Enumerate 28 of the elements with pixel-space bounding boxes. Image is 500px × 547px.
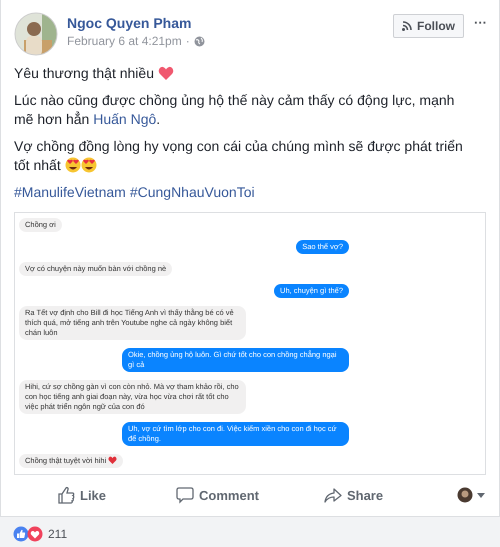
hashtag-link[interactable]: #ManulifeVietnam bbox=[14, 183, 126, 202]
avatar bbox=[14, 12, 58, 56]
heart-eyes-emoji-icon bbox=[64, 157, 81, 173]
like-icon bbox=[57, 486, 75, 504]
comment-button[interactable]: Comment bbox=[176, 482, 259, 508]
follow-button[interactable]: Follow bbox=[393, 14, 464, 38]
like-reaction-icon bbox=[13, 526, 29, 542]
rss-icon bbox=[402, 21, 412, 31]
post-text: Lúc nào cũng được chồng ủng hộ thế này cảm thấy có động lực, mạnh mẽ hơn hẳn Huấn Ngô. bbox=[14, 92, 454, 127]
author-name[interactable]: Ngoc Quyen Pham bbox=[67, 15, 393, 31]
reaction-count[interactable]: 211 bbox=[48, 527, 68, 541]
heart-eyes-emoji-icon bbox=[80, 157, 97, 173]
share-button[interactable]: Share bbox=[324, 482, 384, 508]
more-options[interactable]: ··· bbox=[474, 15, 487, 30]
comment-icon bbox=[176, 486, 194, 504]
globe-icon bbox=[194, 36, 205, 46]
caret-icon bbox=[477, 492, 485, 498]
separator-dot: · bbox=[186, 34, 190, 48]
post-text: Vợ chồng đồng lòng hy vọng con cái của chúng mình sẽ được phát triển tốt nhất bbox=[14, 138, 463, 173]
like-button[interactable]: Like bbox=[57, 482, 106, 508]
love-reaction-icon bbox=[27, 526, 43, 542]
post-text: Yêu thương thật nhiều bbox=[14, 65, 155, 81]
share-icon bbox=[324, 486, 342, 504]
hashtag-link[interactable]: #CungNhauVuonToi bbox=[130, 183, 255, 202]
mention-link[interactable]: Huấn Ngô bbox=[93, 111, 156, 127]
profile-selector[interactable] bbox=[457, 487, 485, 503]
avatar bbox=[457, 487, 473, 503]
heart-icon bbox=[158, 66, 174, 81]
